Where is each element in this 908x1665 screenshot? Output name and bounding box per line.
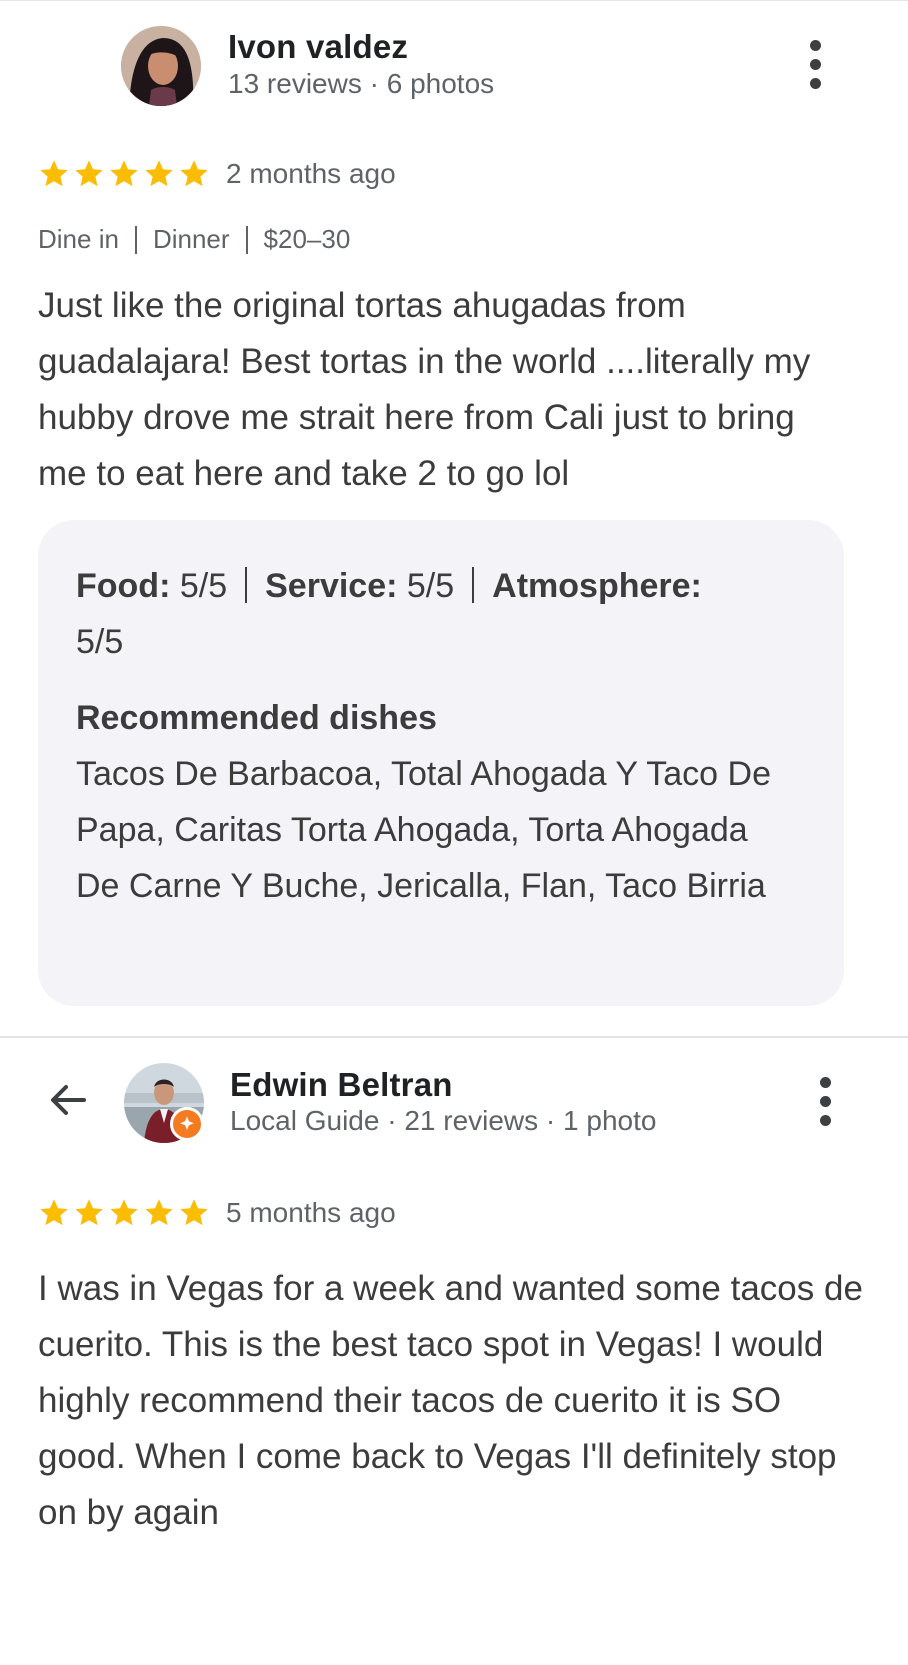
review-time: 5 months ago: [226, 1197, 396, 1228]
more-vert-icon: [809, 39, 821, 51]
star-icon: [40, 1199, 68, 1226]
star-icon: [180, 160, 208, 187]
recommended-dishes-label: Recommended dishes: [76, 699, 437, 737]
review-divider: [0, 1036, 908, 1038]
tag-service-type: Dine in: [38, 224, 119, 254]
food-rating: 5/5: [170, 567, 228, 605]
more-options-button[interactable]: [800, 34, 830, 94]
star-icon: [75, 160, 103, 187]
reviewer-stats: 13 reviews · 6 photos: [228, 68, 495, 99]
rating-row: 2 months ago: [38, 158, 396, 190]
review-time: 2 months ago: [226, 158, 396, 189]
recommended-dishes: Recommended dishes Tacos De Barbacoa, To…: [76, 690, 796, 914]
more-options-button[interactable]: [810, 1071, 840, 1131]
recommended-dishes-list: Tacos De Barbacoa, Total Ahogada Y Taco …: [76, 755, 771, 905]
review-text: I was in Vegas for a week and wanted som…: [38, 1269, 863, 1532]
star-icon: [40, 160, 68, 187]
sub-ratings: Food: 5/5 Service: 5/5 Atmosphere: 5/5: [76, 558, 796, 670]
review-card: Ivon valdez 13 reviews · 6 photos 2 mont…: [0, 0, 908, 1115]
service-label: Service:: [265, 567, 398, 605]
local-guide-badge-icon: [170, 1107, 204, 1141]
reviewer-name[interactable]: Ivon valdez: [228, 28, 408, 66]
star-icon: [75, 1199, 103, 1226]
star-icon: [145, 1199, 173, 1226]
tag-separator: [245, 225, 248, 254]
star-icon: [145, 160, 173, 187]
more-vert-icon: [819, 1076, 831, 1088]
star-icon: [110, 1199, 138, 1226]
tag-price: $20–30: [263, 224, 351, 254]
star-icon: [110, 160, 138, 187]
reviewer-name[interactable]: Edwin Beltran: [230, 1066, 453, 1104]
food-label: Food:: [76, 567, 171, 605]
reviewer-stats: Local Guide · 21 reviews · 1 photo: [230, 1105, 657, 1136]
tag-separator: [134, 225, 137, 254]
tag-meal-type: Dinner: [152, 224, 230, 254]
star-rating: [38, 158, 210, 190]
atmosphere-label: Atmosphere:: [492, 567, 702, 605]
reviewer-avatar[interactable]: [121, 26, 201, 106]
star-icon: [180, 1199, 208, 1226]
service-rating: 5/5: [397, 567, 455, 605]
review-text: Just like the original tortas ahugadas f…: [38, 286, 811, 493]
atmosphere-rating: 5/5: [76, 623, 124, 661]
rating-row: 5 months ago: [38, 1197, 396, 1229]
visit-tags: Dine in Dinner $20–30: [38, 224, 350, 255]
star-rating: [38, 1197, 210, 1229]
review-card: Edwin Beltran Local Guide · 21 reviews ·…: [0, 1063, 908, 1665]
review-details-card: Food: 5/5 Service: 5/5 Atmosphere: 5/5 Reco…: [38, 520, 844, 1006]
